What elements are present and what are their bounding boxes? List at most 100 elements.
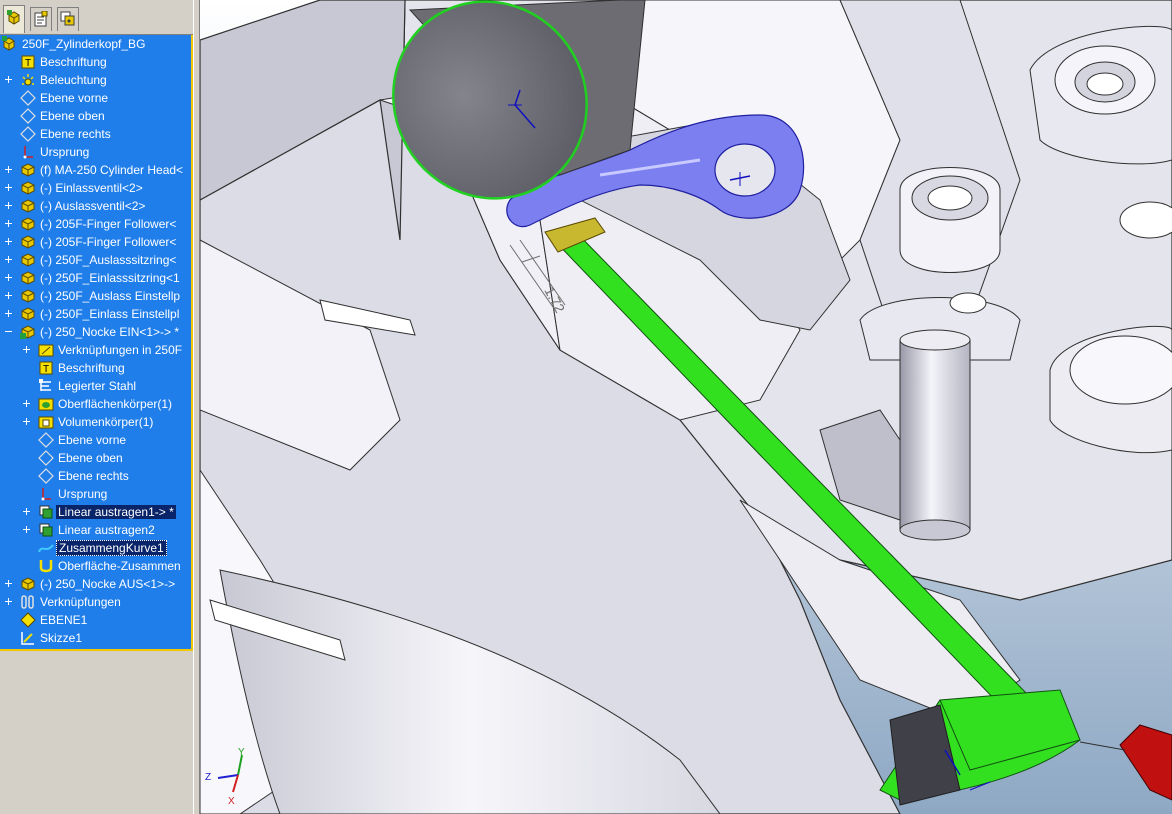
tree-item[interactable]: (-) Einlassventil<2> — [0, 179, 191, 197]
tree-item[interactable]: Ebene rechts — [0, 467, 191, 485]
tree-item[interactable]: 250F_Zylinderkopf_BG — [0, 35, 191, 53]
part-icon — [20, 270, 36, 286]
tree-item[interactable]: Linear austragen1-> * — [0, 503, 191, 521]
surface-knit-icon — [38, 558, 54, 574]
tree-item-label: Ebene rechts — [58, 469, 129, 483]
plane-icon — [38, 432, 54, 448]
tree-item[interactable]: Oberflächenkörper(1) — [0, 395, 191, 413]
triad-z-label: Z — [205, 772, 211, 783]
expand-icon[interactable] — [4, 165, 13, 174]
tree-item-label: Ebene vorne — [40, 91, 109, 105]
tree-item-label: (-) 250F_Einlass Einstellpl — [40, 307, 180, 321]
tree-item-label: (-) Auslassventil<2> — [40, 199, 146, 213]
part-icon — [20, 180, 36, 196]
tree-item[interactable]: Ebene oben — [0, 449, 191, 467]
tree-item[interactable]: (-) 250F_Auslass Einstellp — [0, 287, 191, 305]
tree-item-label: Legierter Stahl — [58, 379, 137, 393]
tree-item[interactable]: (-) Auslassventil<2> — [0, 197, 191, 215]
tree-item-label: Ebene oben — [58, 451, 123, 465]
tree-item[interactable]: Beleuchtung — [0, 71, 191, 89]
expand-icon[interactable] — [22, 525, 31, 534]
manager-tab-bar — [0, 0, 193, 35]
tree-item[interactable]: EBENE1 — [0, 611, 191, 629]
tree-item-label: (-) 250F_Auslasssitzring< — [40, 253, 177, 267]
feature-manager-tab[interactable] — [3, 5, 25, 33]
tree-item-label: Ursprung — [40, 145, 90, 159]
plane-icon — [38, 468, 54, 484]
model-view[interactable]: 1.72 Y Z X — [200, 0, 1172, 814]
expand-icon[interactable] — [4, 291, 13, 300]
triad-x-label: X — [228, 796, 235, 807]
tree-item[interactable]: Oberfläche-Zusammen — [0, 557, 191, 575]
tree-item-label: Volumenkörper(1) — [58, 415, 154, 429]
expand-icon[interactable] — [4, 201, 13, 210]
tree-item-label: Verknüpfungen in 250F — [58, 343, 183, 357]
expand-icon[interactable] — [4, 219, 13, 228]
assembly-icon — [2, 36, 18, 52]
tree-item[interactable]: Ebene oben — [0, 107, 191, 125]
tree-item[interactable]: (-) 205F-Finger Follower< — [0, 233, 191, 251]
tree-item[interactable]: (-) 250_Nocke AUS<1>-> — [0, 575, 191, 593]
annotation-icon: T — [38, 360, 54, 376]
tree-item[interactable]: Verknüpfungen — [0, 593, 191, 611]
tree-item[interactable]: (-) 250_Nocke EIN<1>-> * — [0, 323, 191, 341]
tree-item[interactable]: Ursprung — [0, 485, 191, 503]
tree-item-label: (-) 250_Nocke EIN<1>-> * — [40, 325, 180, 339]
expand-icon[interactable] — [22, 417, 31, 426]
tree-item[interactable]: Ebene rechts — [0, 125, 191, 143]
tree-item[interactable]: Ebene vorne — [0, 89, 191, 107]
expand-icon[interactable] — [4, 597, 13, 606]
part-icon — [20, 288, 36, 304]
feature-manager-icon — [7, 10, 20, 25]
tree-item[interactable]: T Beschriftung — [0, 53, 191, 71]
tree-item-label: Ebene vorne — [58, 433, 127, 447]
expand-icon[interactable] — [22, 345, 31, 354]
tree-item[interactable]: (f) MA-250 Cylinder Head< — [0, 161, 191, 179]
tree-item[interactable]: Verknüpfungen in 250F — [0, 341, 191, 359]
expand-icon[interactable] — [4, 255, 13, 264]
expand-icon[interactable] — [4, 273, 13, 282]
part-icon — [20, 198, 36, 214]
expand-icon[interactable] — [22, 507, 31, 516]
expand-icon[interactable] — [4, 183, 13, 192]
composite-curve-icon — [38, 540, 54, 556]
configuration-manager-tab[interactable] — [57, 7, 79, 31]
expand-icon[interactable] — [4, 75, 13, 84]
tree-item-label: Linear austragen1-> * — [56, 505, 176, 519]
plane-icon — [20, 108, 36, 124]
svg-text:T: T — [25, 58, 31, 69]
tree-item-label: Ursprung — [58, 487, 108, 501]
tree-item-label: Ebene rechts — [40, 127, 111, 141]
tree-item-label: (-) 205F-Finger Follower< — [40, 235, 177, 249]
feature-tree[interactable]: 250F_Zylinderkopf_BG T Beschriftung Beleuch… — [0, 35, 193, 651]
plane-icon — [20, 90, 36, 106]
panel-splitter[interactable] — [193, 0, 200, 814]
tree-item[interactable]: ZusammengKurve1 — [0, 539, 191, 557]
expand-icon[interactable] — [22, 399, 31, 408]
tree-item[interactable]: (-) 250F_Einlasssitzring<1 — [0, 269, 191, 287]
expand-icon[interactable] — [4, 237, 13, 246]
tree-item-label: Oberflächenkörper(1) — [58, 397, 173, 411]
property-manager-tab[interactable] — [30, 7, 52, 31]
tree-item-label: Beleuchtung — [40, 73, 107, 87]
tree-item-label: Beschriftung — [40, 55, 107, 69]
tree-item[interactable]: Volumenkörper(1) — [0, 413, 191, 431]
graphics-viewport[interactable]: 1.72 Y Z X — [200, 0, 1172, 814]
tree-item[interactable]: Linear austragen2 — [0, 521, 191, 539]
tree-item[interactable]: Skizze1 — [0, 629, 191, 647]
tree-item[interactable]: Ursprung — [0, 143, 191, 161]
tree-item[interactable]: Legierter Stahl — [0, 377, 191, 395]
tree-item[interactable]: (-) 250F_Einlass Einstellpl — [0, 305, 191, 323]
tree-item[interactable]: T Beschriftung — [0, 359, 191, 377]
tree-item-label: Linear austragen2 — [58, 523, 155, 537]
tree-item[interactable]: Ebene vorne — [0, 431, 191, 449]
material-icon — [38, 378, 54, 394]
collapse-icon[interactable] — [4, 327, 13, 336]
expand-icon[interactable] — [4, 309, 13, 318]
part-icon — [20, 216, 36, 232]
expand-icon[interactable] — [4, 579, 13, 588]
tree-item[interactable]: (-) 250F_Auslasssitzring< — [0, 251, 191, 269]
extrude-icon — [38, 522, 54, 538]
tree-item[interactable]: (-) 205F-Finger Follower< — [0, 215, 191, 233]
part-icon — [20, 306, 36, 322]
